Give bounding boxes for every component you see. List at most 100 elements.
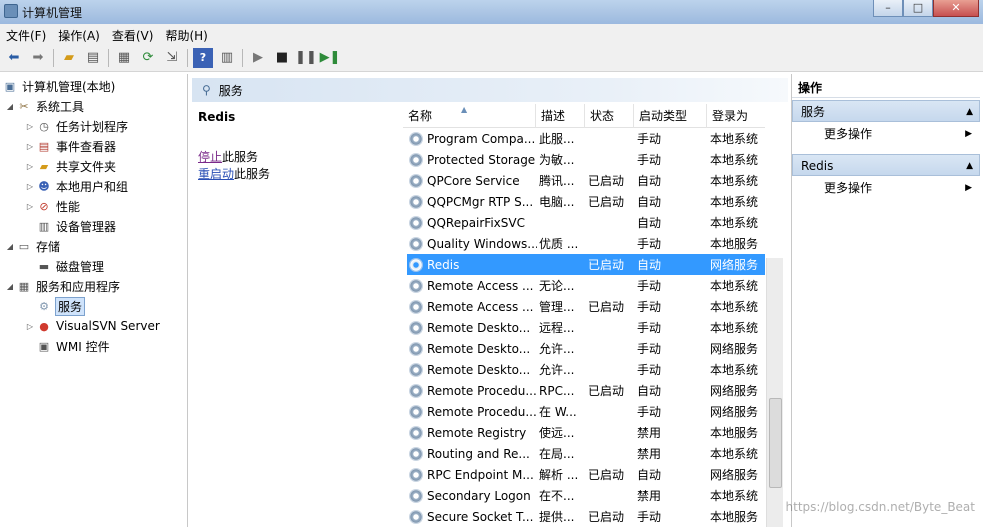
- event-viewer-icon: ▤: [38, 139, 50, 153]
- start-service-icon[interactable]: ▶: [248, 48, 268, 68]
- show-tree-icon[interactable]: ▤: [83, 48, 103, 68]
- maximize-button[interactable]: □: [903, 0, 933, 17]
- minimize-button[interactable]: –: [873, 0, 903, 17]
- up-folder-icon[interactable]: ▰: [59, 48, 79, 68]
- service-row[interactable]: Program Compa... 此服... 手动 本地系统: [407, 128, 765, 149]
- pause-service-icon[interactable]: ❚❚: [295, 48, 317, 68]
- menu-view[interactable]: 查看(V): [106, 24, 160, 44]
- service-logon-cell: 本地服务: [710, 237, 759, 251]
- export-list-icon[interactable]: ⇲: [162, 48, 182, 68]
- expanded-arrow-icon[interactable]: ◢: [4, 282, 16, 291]
- tree-item-shared-folders[interactable]: ▷ ▰ 共享文件夹: [24, 156, 116, 176]
- menu-help[interactable]: 帮助(H): [159, 24, 213, 44]
- collapsed-arrow-icon[interactable]: ▷: [24, 122, 36, 131]
- vertical-scrollbar[interactable]: [766, 258, 783, 527]
- service-name-cell: RPC Endpoint M...: [407, 467, 537, 482]
- stop-service-icon[interactable]: ■: [272, 48, 292, 68]
- service-startup-cell: 禁用: [637, 489, 662, 503]
- tree-item-services[interactable]: ⚙ 服务: [24, 296, 86, 316]
- window-controls: – □ ✕: [873, 0, 979, 17]
- restart-service-link[interactable]: 重启动: [198, 167, 234, 181]
- service-row[interactable]: Remote Deskto... 远程... 手动 本地系统: [407, 317, 765, 338]
- collapsed-arrow-icon[interactable]: ▷: [24, 162, 36, 171]
- back-arrow-icon[interactable]: ⬅: [4, 48, 24, 68]
- service-logon-cell: 本地服务: [710, 426, 759, 440]
- watermark: https://blog.csdn.net/Byte_Beat: [785, 500, 975, 514]
- column-header-desc[interactable]: 描述: [536, 104, 585, 128]
- actions-group-redis[interactable]: Redis ▲: [792, 154, 980, 176]
- collapsed-arrow-icon[interactable]: ▷: [24, 142, 36, 151]
- service-name-cell: Remote Access ...: [407, 299, 537, 314]
- service-logon-cell: 网络服务: [710, 342, 759, 356]
- tree-item-local-users[interactable]: ▷ ☻ 本地用户和组: [24, 176, 128, 196]
- service-row[interactable]: QQPCMgr RTP S... 电脑... 已启动 自动 本地系统: [407, 191, 765, 212]
- tree-item-event-viewer[interactable]: ▷ ▤ 事件查看器: [24, 136, 116, 156]
- more-actions-redis[interactable]: 更多操作 ▶: [792, 178, 980, 198]
- expanded-arrow-icon[interactable]: ◢: [4, 242, 16, 251]
- services-list: ▲ 名称 描述 状态 启动类型 登录为 Program Compa... 此服..…: [403, 102, 788, 527]
- more-actions-services[interactable]: 更多操作 ▶: [792, 124, 980, 144]
- service-row[interactable]: Remote Registry 使远... 禁用 本地服务: [407, 422, 765, 443]
- service-row[interactable]: QPCore Service 腾讯... 已启动 自动 本地系统: [407, 170, 765, 191]
- stop-service-link[interactable]: 停止: [198, 150, 222, 164]
- service-row[interactable]: Remote Procedu... 在 W... 手动 网络服务: [407, 401, 765, 422]
- gear-icon: [409, 152, 423, 167]
- service-row[interactable]: Quality Windows... 优质 ... 手动 本地服务: [407, 233, 765, 254]
- collapsed-arrow-icon[interactable]: ▷: [24, 182, 36, 191]
- tree-item-system-tools[interactable]: ◢ ✂ 系统工具: [4, 96, 84, 116]
- service-logon-cell: 本地系统: [710, 363, 759, 377]
- close-button[interactable]: ✕: [933, 0, 979, 17]
- menu-file[interactable]: 文件(F): [0, 24, 52, 44]
- tree-item-wmi[interactable]: ▣ WMI 控件: [24, 336, 110, 356]
- service-row[interactable]: Remote Deskto... 允许... 手动 本地系统: [407, 359, 765, 380]
- actions-title: 操作: [792, 78, 980, 98]
- scrollbar-thumb[interactable]: [769, 398, 782, 488]
- collapsed-arrow-icon[interactable]: ▷: [24, 322, 36, 331]
- service-row[interactable]: Remote Deskto... 允许... 手动 网络服务: [407, 338, 765, 359]
- service-row[interactable]: Remote Access ... 无论... 手动 本地系统: [407, 275, 765, 296]
- tree-item-performance[interactable]: ▷ ⊘ 性能: [24, 196, 80, 216]
- computer-management-icon: [4, 4, 18, 18]
- restart-service-icon[interactable]: ▶❚: [320, 48, 341, 68]
- tree-item-task-scheduler[interactable]: ▷ ◷ 任务计划程序: [24, 116, 128, 136]
- tree-item-storage[interactable]: ◢ ▭ 存储: [4, 236, 60, 256]
- help-icon[interactable]: ?: [193, 47, 213, 68]
- services-apps-icon: ▦: [18, 279, 30, 293]
- service-row[interactable]: RPC Endpoint M... 解析 ... 已启动 自动 网络服务: [407, 464, 765, 485]
- service-desc-cell: 此服...: [539, 132, 575, 146]
- list-header: ▲ 名称 描述 状态 启动类型 登录为: [403, 104, 765, 128]
- service-row[interactable]: Secure Socket T... 提供... 已启动 手动 本地服务: [407, 506, 765, 527]
- collapsed-arrow-icon[interactable]: ▷: [24, 202, 36, 211]
- menu-action[interactable]: 操作(A): [52, 24, 106, 44]
- action-pane-icon[interactable]: ▥: [217, 48, 237, 68]
- service-status-cell: 已启动: [588, 510, 625, 524]
- tree-item-root[interactable]: ▣ 计算机管理(本地): [2, 76, 116, 96]
- service-row[interactable]: Redis 已启动 自动 网络服务: [407, 254, 765, 275]
- column-header-startup[interactable]: 启动类型: [634, 104, 707, 128]
- gear-icon: [409, 194, 423, 209]
- collapse-up-icon[interactable]: ▲: [966, 155, 973, 177]
- service-row[interactable]: Secondary Logon 在不... 禁用 本地系统: [407, 485, 765, 506]
- service-row[interactable]: QQRepairFixSVC 自动 本地系统: [407, 212, 765, 233]
- column-header-status[interactable]: 状态: [585, 104, 634, 128]
- service-name-cell: Remote Procedu...: [407, 383, 537, 398]
- refresh-icon[interactable]: ⟳: [138, 48, 158, 68]
- actions-group-services[interactable]: 服务 ▲: [792, 100, 980, 122]
- actions-pane: 操作 服务 ▲ 更多操作 ▶ Redis ▲ 更多操作 ▶: [791, 74, 983, 527]
- expanded-arrow-icon[interactable]: ◢: [4, 102, 16, 111]
- service-row[interactable]: Remote Access ... 管理... 已启动 手动 本地系统: [407, 296, 765, 317]
- collapse-up-icon[interactable]: ▲: [966, 101, 973, 123]
- selected-service-name: Redis: [198, 110, 236, 124]
- service-desc-cell: 无论...: [539, 279, 575, 293]
- column-header-logon[interactable]: 登录为: [707, 104, 765, 128]
- tree-item-services-apps[interactable]: ◢ ▦ 服务和应用程序: [4, 276, 120, 296]
- service-row[interactable]: Routing and Re... 在局... 禁用 本地系统: [407, 443, 765, 464]
- service-row[interactable]: Remote Procedu... RPC... 已启动 自动 网络服务: [407, 380, 765, 401]
- column-header-name[interactable]: ▲ 名称: [403, 104, 536, 128]
- tree-item-visualsvn[interactable]: ▷ ● VisualSVN Server: [24, 316, 160, 336]
- properties-icon[interactable]: ▦: [114, 48, 134, 68]
- tree-item-disk-management[interactable]: ▬ 磁盘管理: [24, 256, 104, 276]
- service-row[interactable]: Protected Storage 为敏... 手动 本地系统: [407, 149, 765, 170]
- forward-arrow-icon[interactable]: ➡: [28, 48, 48, 68]
- tree-item-device-manager[interactable]: ▥ 设备管理器: [24, 216, 116, 236]
